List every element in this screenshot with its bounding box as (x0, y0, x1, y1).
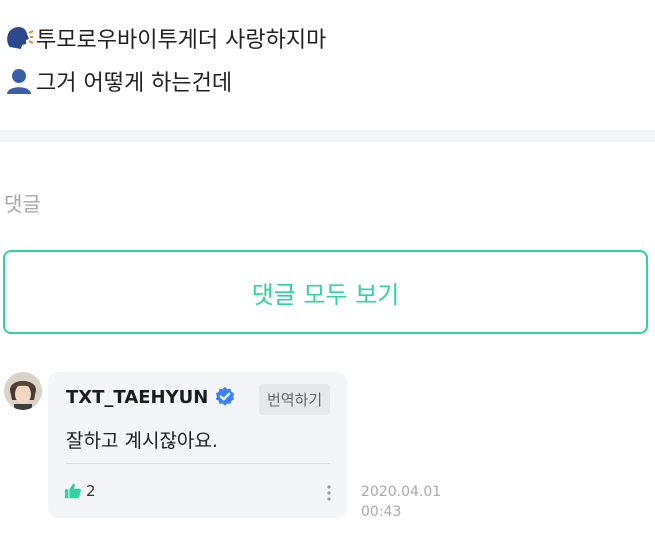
comment-timestamp: 2020.04.01 00:43 (361, 482, 441, 522)
comments-heading: 댓글 (4, 192, 41, 216)
thumbs-up-icon (64, 483, 81, 499)
section-divider (0, 130, 655, 142)
speaking-head-icon (7, 26, 34, 49)
more-options-icon[interactable] (325, 484, 333, 502)
post-line-2: 그거 어떻게 하는건데 (4, 65, 232, 97)
post-line-text: 그거 어떻게 하는건데 (36, 71, 233, 96)
post-line-text: 투모로우바이투게더 사랑하지마 (36, 28, 327, 53)
comment-divider (66, 463, 330, 464)
bust-silhouette-icon (7, 69, 31, 94)
verified-badge-icon (216, 386, 235, 406)
comment-author[interactable]: TXT_TAEHYUN (66, 386, 236, 408)
comment-text: 잘하고 계시잖아요. (66, 430, 218, 452)
view-all-comments-button[interactable]: 댓글 모두 보기 (3, 250, 648, 334)
post-page: 투모로우바이투게더 사랑하지마 그거 어떻게 하는건데 댓글 댓글 모두 보기 … (0, 0, 655, 545)
post-line-1: 투모로우바이투게더 사랑하지마 (4, 22, 326, 54)
like-count: 2 (86, 482, 96, 500)
comment-date: 2020.04.01 (361, 484, 442, 500)
avatar[interactable] (4, 372, 42, 410)
translate-button[interactable]: 번역하기 (259, 384, 331, 415)
author-name[interactable]: TXT_TAEHYUN (66, 387, 208, 408)
comment-time: 00:43 (361, 504, 402, 520)
comment-bubble: TXT_TAEHYUN 번역하기 잘하고 계시잖아요. 2 (48, 372, 347, 518)
like-button[interactable]: 2 (64, 482, 96, 500)
